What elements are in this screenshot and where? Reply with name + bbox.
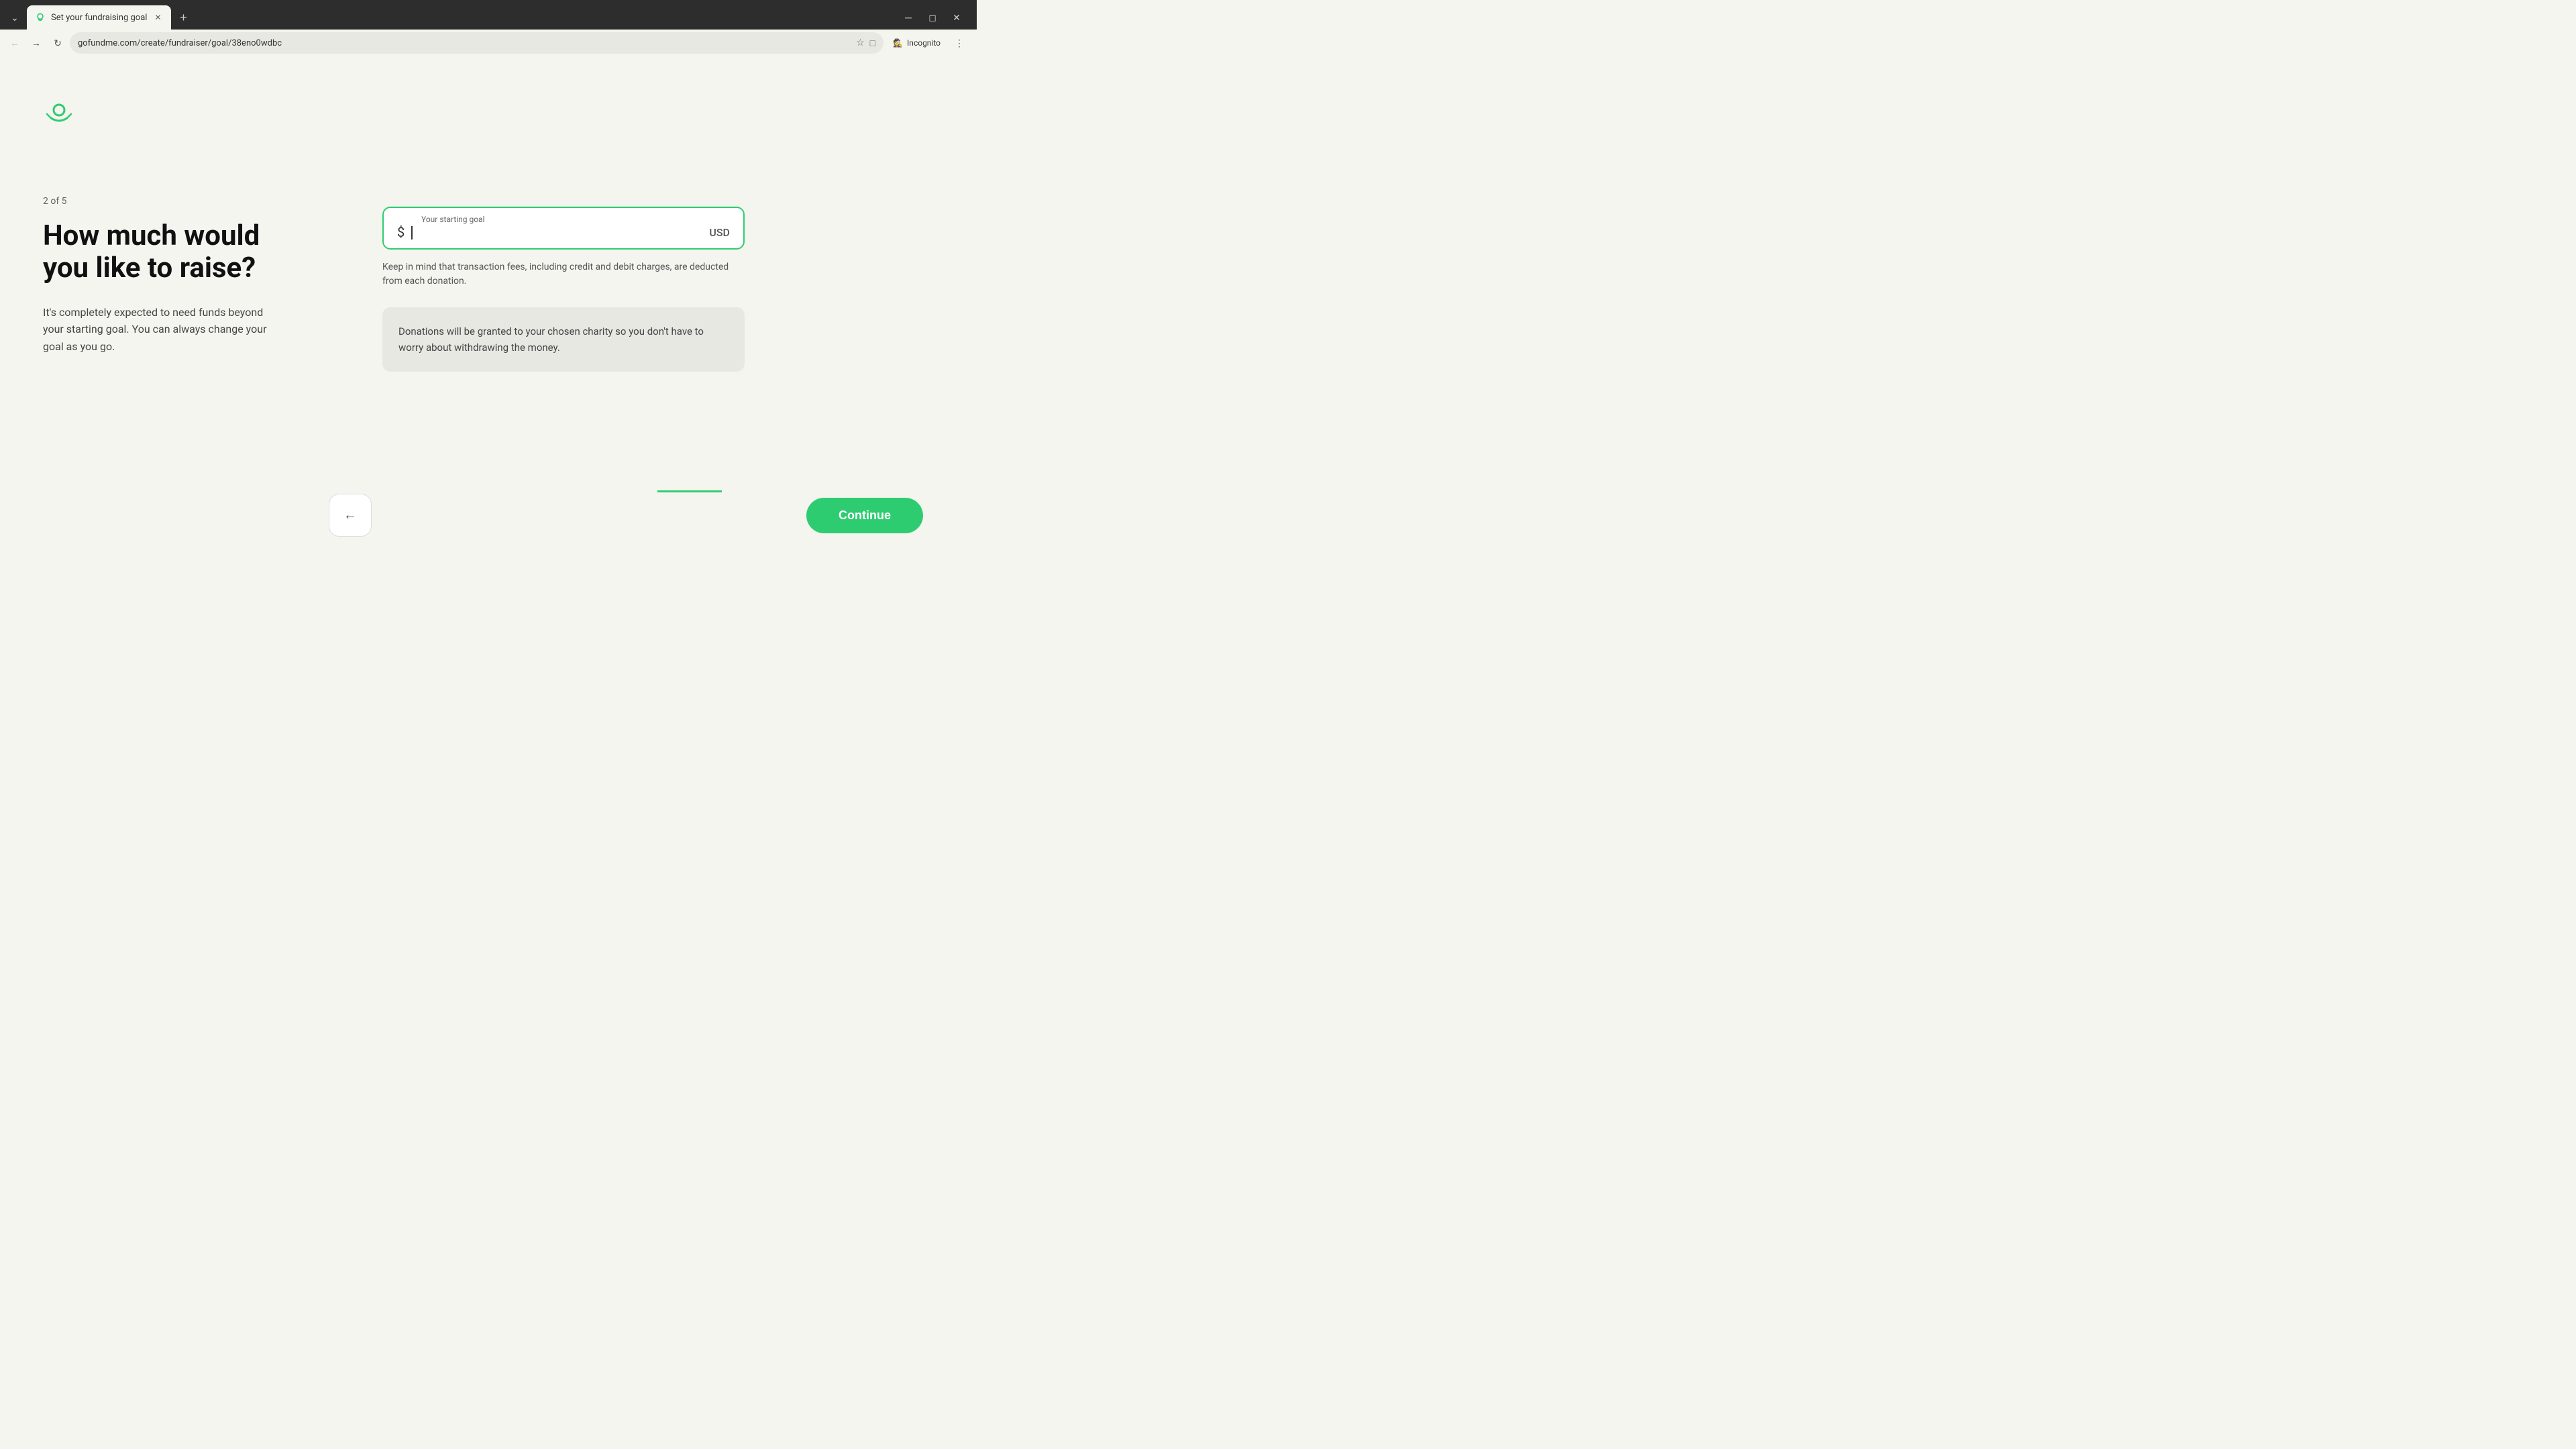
menu-button[interactable]: ⋮ [950,34,969,52]
input-label: Your starting goal [421,215,485,224]
active-tab[interactable]: Set your fundraising goal ✕ [27,5,171,30]
split-view-icon[interactable]: □ [870,38,875,49]
goal-section: Your starting goal $ USD Keep in mind th… [382,207,745,372]
incognito-button[interactable]: 🕵 Incognito [886,36,947,50]
back-button[interactable]: ← [329,494,372,537]
cursor-indicator [410,225,413,239]
step-indicator: 2 of 5 [43,196,286,207]
fee-notice: Keep in mind that transaction fees, incl… [382,260,745,288]
incognito-label: Incognito [907,38,941,48]
back-nav-button[interactable]: ← [5,34,24,52]
forward-nav-button[interactable]: → [27,34,46,52]
charity-notice: Donations will be granted to your chosen… [382,307,745,372]
charity-notice-text: Donations will be granted to your chosen… [398,323,729,356]
left-panel: 2 of 5 How much would you like to raise?… [0,59,329,553]
footer-buttons: ← Continue [0,494,977,537]
currency-label: USD [709,226,730,239]
incognito-icon: 🕵 [893,38,903,48]
address-bar-row: ← → ↻ gofundme.com/create/fundraiser/goa… [0,30,977,59]
new-tab-button[interactable]: + [174,8,193,27]
minimize-button[interactable]: ─ [899,8,918,27]
gofundme-logo [43,99,286,129]
tab-favicon [35,12,46,23]
continue-button[interactable]: Continue [806,498,923,533]
close-button[interactable]: ✕ [947,8,966,27]
tab-close-button[interactable]: ✕ [152,12,163,23]
reload-button[interactable]: ↻ [48,34,67,52]
address-bar[interactable]: gofundme.com/create/fundraiser/goal/38en… [70,32,883,54]
page-content: 2 of 5 How much would you like to raise?… [0,59,977,553]
right-panel: Your starting goal $ USD Keep in mind th… [329,59,977,553]
goal-input-box[interactable]: Your starting goal $ USD [382,207,745,250]
tab-title-text: Set your fundraising goal [51,13,147,23]
back-arrow-icon: ← [343,508,357,523]
page-heading: How much would you like to raise? [43,220,286,285]
tab-expand-button[interactable]: ⌄ [5,8,24,27]
url-text: gofundme.com/create/fundraiser/goal/38en… [78,38,851,48]
dollar-sign: $ [397,224,405,240]
sub-description: It's completely expected to need funds b… [43,304,286,356]
bookmark-icon[interactable]: ☆ [856,38,865,48]
restore-button[interactable]: ◻ [923,8,942,27]
browser-chrome: ⌄ Set your fundraising goal ✕ + ─ ◻ ✕ ← … [0,0,977,59]
progress-line [657,490,722,492]
